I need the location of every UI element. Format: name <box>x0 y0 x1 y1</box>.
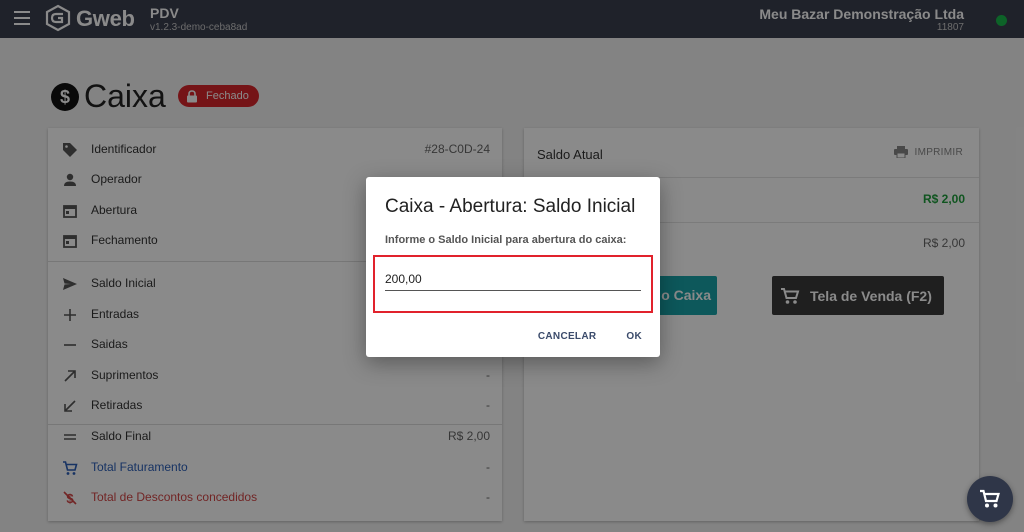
saldo-inicial-input[interactable] <box>385 267 641 291</box>
saldo-inicial-dialog: Caixa - Abertura: Saldo Inicial Informe … <box>366 177 660 357</box>
cart-icon <box>980 489 1000 508</box>
dialog-subtitle: Informe o Saldo Inicial para abertura do… <box>385 234 627 246</box>
cart-fab-button[interactable] <box>967 476 1013 522</box>
dialog-title: Caixa - Abertura: Saldo Inicial <box>385 196 636 217</box>
dialog-actions: CANCELAR OK <box>508 331 642 342</box>
cancel-button[interactable]: CANCELAR <box>538 331 597 342</box>
ok-button[interactable]: OK <box>626 331 642 342</box>
